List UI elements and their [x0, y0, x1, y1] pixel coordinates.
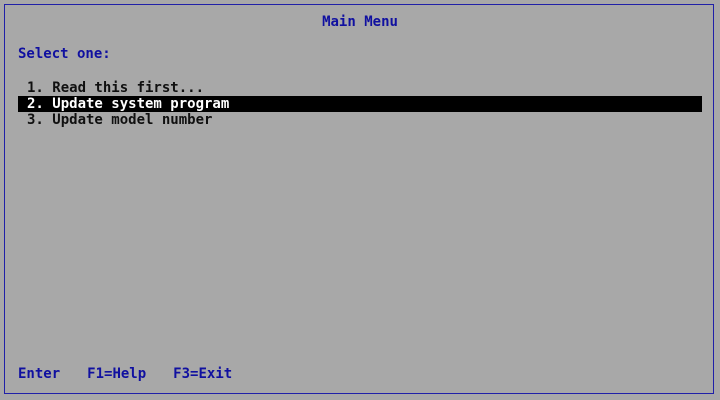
select-prompt: Select one:	[18, 46, 111, 62]
menu-item-read-first[interactable]: 1. Read this first...	[18, 80, 702, 96]
page-title: Main Menu	[322, 14, 398, 30]
function-key-bar: Enter F1=Help F3=Exit	[18, 366, 259, 382]
enter-key-hint[interactable]: Enter	[18, 366, 60, 382]
menu-item-update-system-program[interactable]: 2. Update system program	[18, 96, 702, 112]
menu-item-update-model-number[interactable]: 3. Update model number	[18, 112, 702, 128]
main-menu-list: 1. Read this first... 2. Update system p…	[18, 80, 702, 128]
exit-key-hint[interactable]: F3=Exit	[173, 366, 232, 382]
screen-border	[4, 4, 714, 394]
terminal-screen: Main Menu Select one: 1. Read this first…	[0, 0, 720, 400]
help-key-hint[interactable]: F1=Help	[87, 366, 146, 382]
